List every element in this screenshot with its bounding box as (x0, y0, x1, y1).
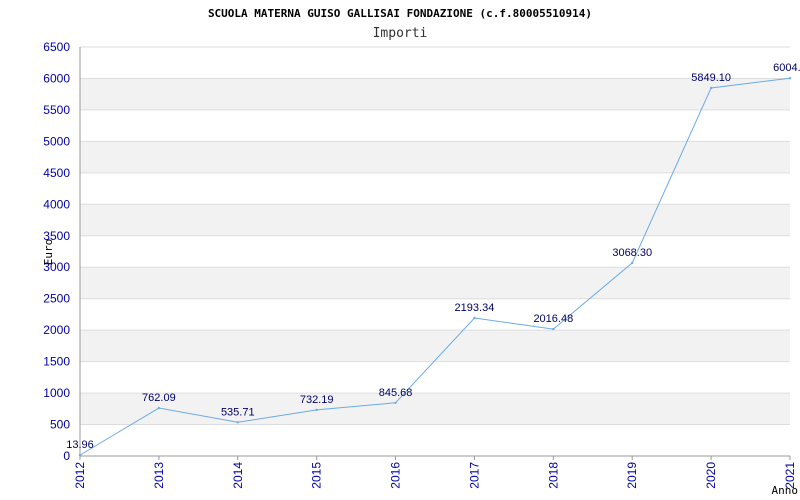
x-tick-label: 2013 (152, 462, 166, 489)
data-label: 732.19 (300, 394, 334, 406)
data-label: 6004.0 (773, 62, 800, 74)
data-label: 13.96 (66, 439, 94, 451)
data-point (315, 408, 318, 412)
data-point (236, 421, 239, 424)
x-tick-label: 2019 (625, 462, 639, 489)
y-tick-label: 5500 (43, 103, 70, 117)
grid-band (80, 267, 790, 299)
y-tick-label: 1000 (43, 386, 70, 400)
y-tick-label: 6500 (43, 40, 70, 54)
data-label: 5849.10 (691, 72, 731, 84)
y-tick-label: 500 (50, 418, 70, 432)
chart-title: SCUOLA MATERNA GUISO GALLISAI FONDAZIONE… (208, 7, 592, 20)
data-label: 845.68 (379, 387, 413, 399)
data-label: 2193.34 (455, 302, 495, 314)
y-tick-label: 1500 (43, 355, 70, 369)
data-point (709, 86, 713, 90)
x-tick-label: 2016 (389, 462, 403, 489)
chart-subtitle: Importi (373, 26, 428, 41)
grid-band (80, 330, 790, 362)
x-tick-label: 2020 (704, 462, 718, 489)
y-tick-label: 6000 (43, 71, 70, 85)
x-tick-label: 2017 (467, 462, 481, 489)
data-label: 535.71 (221, 406, 255, 418)
line-chart: 0500100015002000250030003500400045005000… (42, 7, 800, 497)
data-label: 762.09 (142, 392, 176, 404)
x-tick-labels: 2012 2013 2014 2015 2016 2017 2018 2019 2020 2021 (73, 456, 797, 489)
data-label: 3068.30 (612, 247, 652, 259)
y-tick-label: 4000 (43, 197, 70, 211)
x-tick-label: 2014 (231, 462, 245, 489)
data-point (157, 406, 161, 410)
x-tick-label: 2018 (546, 462, 560, 489)
y-axis-label: Euro (42, 239, 55, 266)
x-axis-label: Anno (772, 484, 799, 497)
data-point (552, 327, 555, 331)
grid-band (80, 141, 790, 173)
background-bands (80, 78, 790, 425)
y-tick-label: 2000 (43, 323, 70, 337)
data-label: 2016.48 (533, 313, 573, 325)
data-point (788, 77, 792, 80)
grid-band (80, 78, 790, 110)
data-point (78, 453, 82, 457)
x-tick-label: 2015 (310, 462, 324, 489)
y-tick-label: 4500 (43, 166, 70, 180)
grid-band (80, 204, 790, 236)
y-tick-label: 5000 (43, 134, 70, 148)
data-point (631, 261, 634, 265)
data-point (394, 401, 397, 404)
x-tick-label: 2012 (73, 462, 87, 489)
grid-band (80, 393, 790, 425)
data-point (473, 316, 476, 320)
y-tick-label: 2500 (43, 292, 70, 306)
